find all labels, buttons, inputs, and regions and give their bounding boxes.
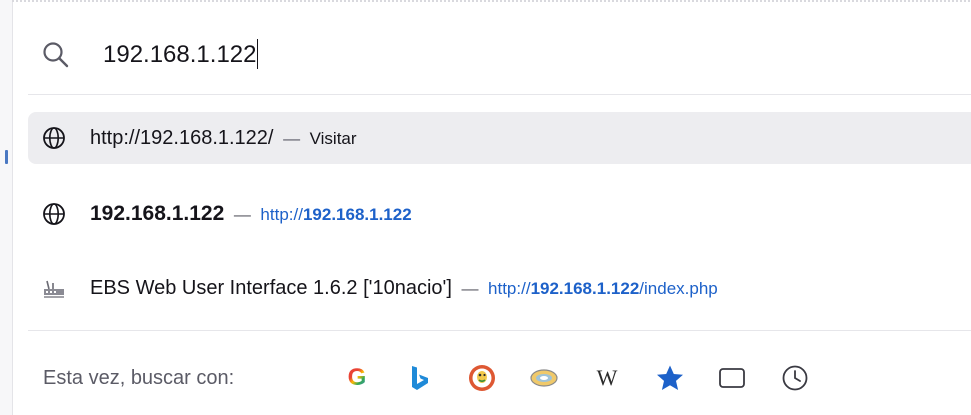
suggestion-ebs-page[interactable]: EBS Web User Interface 1.6.2 ['10nacio']… xyxy=(28,262,971,314)
suggestion-action: Visitar xyxy=(309,129,357,148)
globe-icon xyxy=(43,203,65,225)
globe-icon xyxy=(43,127,65,149)
separator-dash: — xyxy=(461,279,479,298)
suggestion-text: http://192.168.1.122/ — Visitar xyxy=(90,112,357,164)
suggestion-link: http://192.168.1.122/index.php xyxy=(488,279,718,298)
divider xyxy=(28,94,971,95)
link-host: 192.168.1.122 xyxy=(530,279,640,298)
text-caret xyxy=(257,39,259,70)
top-border xyxy=(12,0,971,2)
ecosia-icon xyxy=(530,369,558,387)
google-icon: G xyxy=(347,364,367,391)
star-icon xyxy=(657,365,683,390)
duckduckgo-engine-button[interactable] xyxy=(466,362,498,394)
url-input-value: 192.168.1.122 xyxy=(103,41,257,68)
duckduckgo-icon xyxy=(469,365,495,391)
search-icon xyxy=(43,42,69,68)
tabs-engine-button[interactable] xyxy=(716,362,748,394)
wikipedia-icon: W xyxy=(596,365,618,390)
wikipedia-engine-button[interactable]: W xyxy=(591,362,623,394)
ecosia-engine-button[interactable] xyxy=(528,362,560,394)
suggestion-text: 192.168.1.122 — http://192.168.1.122 xyxy=(90,188,412,240)
link-prefix: http:// xyxy=(488,279,531,298)
suggestion-title: 192.168.1.122 xyxy=(90,202,225,225)
clock-icon xyxy=(782,365,808,391)
separator-dash: — xyxy=(233,205,251,224)
search-with-label: Esta vez, buscar con: xyxy=(43,367,235,389)
link-host: 192.168.1.122 xyxy=(302,205,412,224)
edge-highlight xyxy=(5,150,8,164)
divider xyxy=(28,330,971,331)
link-path: /index.php xyxy=(639,279,718,298)
separator-dash: — xyxy=(283,129,301,148)
google-engine-button[interactable]: G xyxy=(341,362,373,394)
window-left-edge xyxy=(0,0,13,415)
router-icon xyxy=(44,280,64,298)
suggestion-url: http://192.168.1.122/ xyxy=(90,127,274,149)
suggestion-text: EBS Web User Interface 1.6.2 ['10nacio']… xyxy=(90,262,718,314)
url-input[interactable]: 192.168.1.122 xyxy=(103,38,259,72)
link-prefix: http:// xyxy=(260,205,303,224)
tab-icon xyxy=(719,368,745,388)
suggestion-link: http://192.168.1.122 xyxy=(260,205,411,224)
history-engine-button[interactable] xyxy=(779,362,811,394)
bing-engine-button[interactable] xyxy=(404,362,436,394)
suggestion-title: EBS Web User Interface 1.6.2 ['10nacio'] xyxy=(90,277,452,299)
bing-icon xyxy=(412,366,428,390)
url-bar[interactable]: 192.168.1.122 xyxy=(13,8,971,92)
search-engines-bar: Esta vez, buscar con: G W xyxy=(28,348,971,408)
bookmarks-engine-button[interactable] xyxy=(654,362,686,394)
suggestion-visit-url[interactable]: http://192.168.1.122/ — Visitar xyxy=(28,112,971,164)
suggestion-history-ip[interactable]: 192.168.1.122 — http://192.168.1.122 xyxy=(28,188,971,240)
